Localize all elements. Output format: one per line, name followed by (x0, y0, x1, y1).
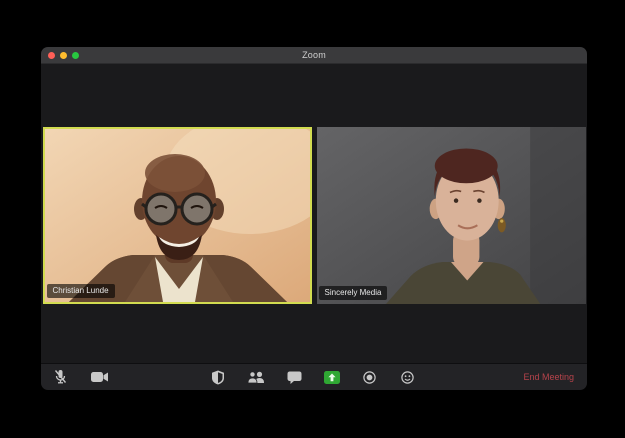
video-tile-christian-lunde[interactable]: Christian Lunde (42, 127, 312, 304)
security-shield-icon (212, 370, 224, 384)
participant-video-sincerely (316, 127, 586, 304)
chat-button[interactable] (287, 364, 302, 390)
participant-name-label: Christian Lunde (46, 284, 115, 298)
reactions-button[interactable] (401, 364, 414, 390)
record-icon (363, 370, 376, 384)
reactions-smiley-icon (401, 370, 414, 384)
mute-button[interactable] (53, 364, 68, 390)
video-grid: Christian Lunde Sincerely Media (41, 127, 587, 304)
end-meeting-button[interactable]: End Meeting (523, 364, 574, 390)
minimize-window-icon[interactable] (60, 51, 67, 59)
participants-icon (247, 371, 264, 383)
video-button[interactable] (91, 364, 109, 390)
microphone-muted-icon (54, 370, 67, 384)
participant-video-christian (44, 129, 310, 302)
participants-button[interactable] (247, 364, 265, 390)
meeting-content-area: Christian Lunde Sincerely Media (41, 64, 587, 363)
meeting-toolbar: End Meeting (41, 363, 587, 390)
window-titlebar[interactable]: Zoom (41, 47, 587, 64)
close-window-icon[interactable] (48, 51, 55, 59)
window-title: Zoom (302, 50, 326, 60)
participant-name-label: Sincerely Media (318, 286, 388, 300)
record-button[interactable] (363, 364, 376, 390)
video-camera-icon (91, 372, 108, 382)
zoom-meeting-window: Zoom Christian Lunde Sincerely Media End… (41, 47, 587, 390)
chat-bubble-icon (287, 371, 302, 384)
fullscreen-window-icon[interactable] (72, 51, 79, 59)
traffic-lights (48, 47, 79, 63)
share-screen-icon (324, 370, 340, 384)
security-button[interactable] (211, 364, 225, 390)
video-tile-sincerely-media[interactable]: Sincerely Media (316, 127, 586, 304)
share-screen-button[interactable] (324, 364, 340, 390)
